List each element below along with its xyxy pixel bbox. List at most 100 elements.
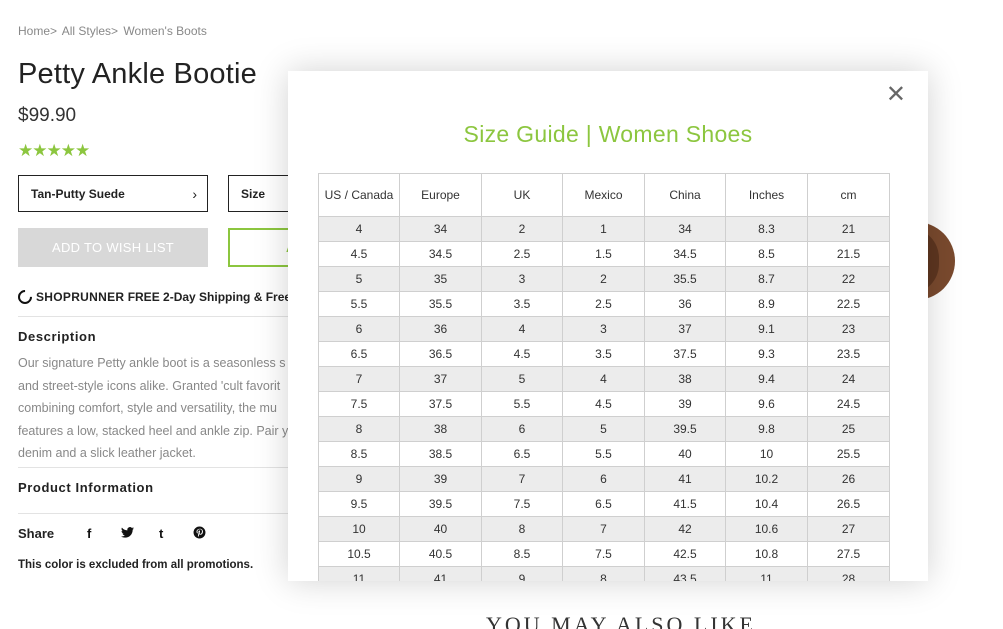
table-cell: 28: [807, 566, 890, 581]
table-cell: 2.5: [481, 241, 563, 267]
table-cell: 6: [318, 316, 400, 342]
size-guide-body: 4 34 2 1 34 8.3 21 4.5 34.5 2.5 1.5 34.5 8.5 21.5 5 35 3…: [318, 216, 890, 581]
table-cell: 2: [481, 216, 563, 242]
table-cell: 1.5: [562, 241, 645, 267]
table-cell: 40: [399, 516, 482, 542]
table-cell: 43.5: [644, 566, 726, 581]
table-cell: 26: [807, 466, 890, 492]
table-cell: 21: [807, 216, 890, 242]
table-cell: 9.8: [725, 416, 808, 442]
table-cell: 1: [562, 216, 645, 242]
table-row: 7.5 37.5 5.5 4.5 39 9.6 24.5: [318, 391, 890, 417]
table-cell: 8.5: [725, 241, 808, 267]
table-cell: 10.2: [725, 466, 808, 492]
size-guide-table: US / Canada Europe UK Mexico China Inche…: [318, 173, 890, 581]
modal-title: Size Guide | Women Shoes: [463, 121, 753, 147]
table-cell: 3: [562, 316, 645, 342]
table-cell: 9.6: [725, 391, 808, 417]
table-cell: 24: [807, 366, 890, 392]
description-text: Our signature Petty ankle boot is a seas…: [18, 352, 308, 465]
column-header-uk: UK: [481, 173, 563, 217]
table-cell: 26.5: [807, 491, 890, 517]
description-line: Our signature Petty ankle boot is a seas…: [18, 356, 286, 370]
table-cell: 8.9: [725, 291, 808, 317]
table-cell: 22: [807, 266, 890, 292]
table-cell: 9: [318, 466, 400, 492]
description-heading[interactable]: Description: [18, 329, 96, 344]
table-row: 6 36 4 3 37 9.1 23: [318, 316, 890, 342]
description-line: combining comfort, style and versatility…: [18, 401, 277, 415]
table-cell: 8.5: [318, 441, 400, 467]
size-guide-table-wrapper[interactable]: US / Canada Europe UK Mexico China Inche…: [318, 173, 890, 581]
chevron-right-icon: ›: [192, 186, 197, 202]
tumblr-icon[interactable]: t: [159, 526, 163, 541]
table-header-row: US / Canada Europe UK Mexico China Inche…: [318, 173, 890, 217]
table-cell: 35.5: [644, 266, 726, 292]
breadcrumb: Home> All Styles> Women's Boots: [18, 24, 209, 38]
column-header-mexico: Mexico: [562, 173, 645, 217]
table-cell: 10.8: [725, 541, 808, 567]
table-cell: 35.5: [399, 291, 482, 317]
table-cell: 11: [318, 566, 400, 581]
table-cell: 4: [562, 366, 645, 392]
breadcrumb-all-styles[interactable]: All Styles>: [62, 24, 118, 38]
table-cell: 36: [399, 316, 482, 342]
table-cell: 9.3: [725, 341, 808, 367]
column-header-us-canada: US / Canada: [318, 173, 400, 217]
table-cell: 9: [481, 566, 563, 581]
facebook-icon[interactable]: f: [87, 526, 91, 541]
column-header-europe: Europe: [399, 173, 482, 217]
table-cell: 23: [807, 316, 890, 342]
table-row: 4.5 34.5 2.5 1.5 34.5 8.5 21.5: [318, 241, 890, 267]
table-cell: 36.5: [399, 341, 482, 367]
breadcrumb-womens-boots[interactable]: Women's Boots: [123, 24, 206, 38]
table-cell: 34: [644, 216, 726, 242]
close-icon[interactable]: ✕: [886, 83, 906, 107]
table-cell: 22.5: [807, 291, 890, 317]
size-select-label: Size: [241, 187, 266, 201]
table-cell: 3.5: [481, 291, 563, 317]
table-cell: 38.5: [399, 441, 482, 467]
table-cell: 21.5: [807, 241, 890, 267]
color-select[interactable]: Tan-Putty Suede ›: [18, 175, 208, 212]
table-row: 6.5 36.5 4.5 3.5 37.5 9.3 23.5: [318, 341, 890, 367]
table-row: 10 40 8 7 42 10.6 27: [318, 516, 890, 542]
table-cell: 10: [318, 516, 400, 542]
table-cell: 7: [562, 516, 645, 542]
table-cell: 36: [644, 291, 726, 317]
table-cell: 25: [807, 416, 890, 442]
description-line: features a low, stacked heel and ankle z…: [18, 423, 289, 438]
table-cell: 7.5: [481, 491, 563, 517]
pinterest-icon[interactable]: [193, 526, 206, 542]
add-to-wish-list-button[interactable]: ADD TO WISH LIST: [18, 228, 208, 267]
you-may-also-like-heading: YOU MAY ALSO LIKE: [486, 612, 756, 629]
table-cell: 40: [644, 441, 726, 467]
table-cell: 6: [481, 416, 563, 442]
description-line: and street-style icons alike. Granted 'c…: [18, 378, 281, 393]
table-row: 8 38 6 5 39.5 9.8 25: [318, 416, 890, 442]
table-cell: 41: [399, 566, 482, 581]
table-cell: 8.3: [725, 216, 808, 242]
table-cell: 4.5: [481, 341, 563, 367]
divider: [18, 316, 308, 317]
table-cell: 34.5: [644, 241, 726, 267]
table-row: 7 37 5 4 38 9.4 24: [318, 366, 890, 392]
breadcrumb-home[interactable]: Home>: [18, 24, 57, 38]
table-cell: 42: [644, 516, 726, 542]
rating-stars[interactable]: ★★★★★: [18, 141, 90, 161]
twitter-icon[interactable]: [121, 526, 134, 541]
table-cell: 7: [318, 366, 400, 392]
table-cell: 11: [725, 566, 808, 581]
shoprunner-banner[interactable]: SHOPRUNNER FREE 2-Day Shipping & Free: [15, 287, 291, 307]
table-cell: 6.5: [481, 441, 563, 467]
shoprunner-logo-icon: [15, 287, 35, 307]
table-cell: 38: [644, 366, 726, 392]
table-cell: 6.5: [318, 341, 400, 367]
table-cell: 10: [725, 441, 808, 467]
share-label: Share: [18, 526, 55, 541]
table-cell: 8: [562, 566, 645, 581]
table-cell: 6: [562, 466, 645, 492]
product-information-heading[interactable]: Product Information: [18, 480, 154, 495]
table-cell: 3.5: [562, 341, 645, 367]
table-cell: 7: [481, 466, 563, 492]
